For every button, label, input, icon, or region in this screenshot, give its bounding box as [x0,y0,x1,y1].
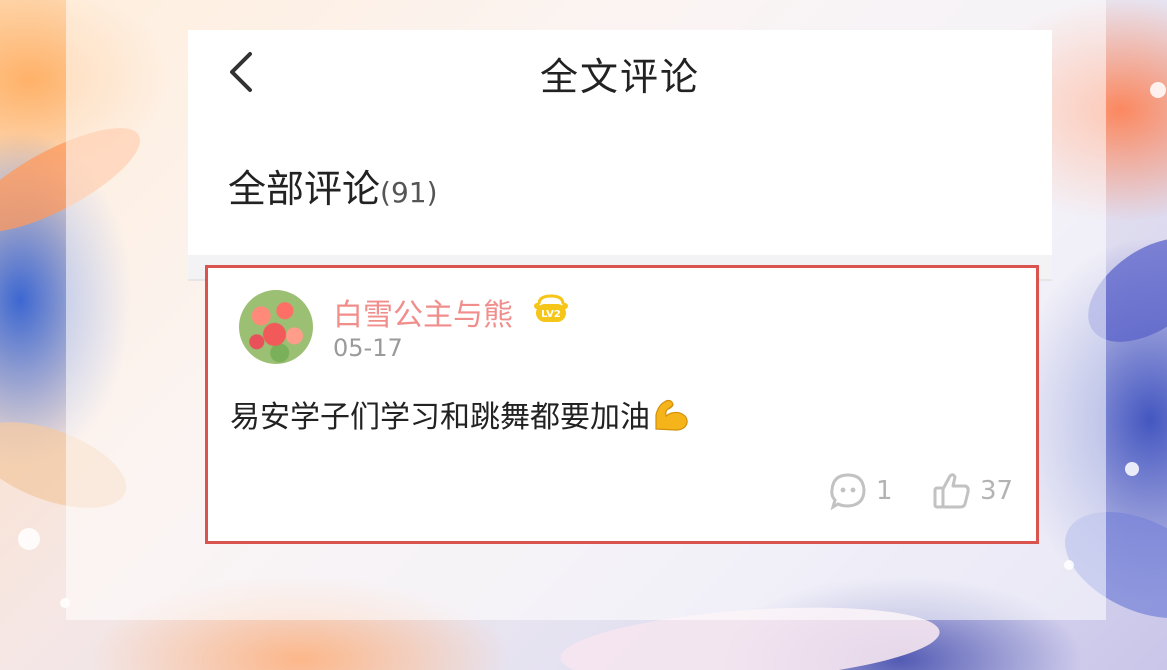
sparkle [1150,82,1166,98]
like-button[interactable]: 37 [932,470,1013,512]
comment-text: 易安学子们学习和跳舞都要加油 [230,392,690,436]
section-label: 全部评论 [228,167,381,211]
level-badge-icon: LV2 [534,294,568,322]
reply-count: 1 [876,476,893,506]
comment-body: 易安学子们学习和跳舞都要加油 [230,400,650,435]
comment-username[interactable]: 白雪公主与熊 [333,290,513,334]
page-title: 全文评论 [539,55,700,99]
comment-count: (91) [380,176,438,209]
thumbs-up-icon [933,473,970,509]
avatar[interactable] [239,290,313,364]
page-header: 全文评论 全部评论(91) [188,30,1052,255]
comment-card[interactable]: 白雪公主与熊 LV2 05-17 易安学子们学习和跳舞都要加油 1 37 [205,265,1039,544]
section-title: 全部评论(91) [228,158,438,213]
flexed-biceps-icon [655,399,688,431]
comment-bubble-icon [830,473,866,511]
comment-date: 05-17 [333,334,403,362]
like-count: 37 [980,476,1014,506]
sparkle [18,528,40,550]
level-badge-text: LV2 [541,309,561,320]
reply-button[interactable]: 1 [828,470,893,512]
sparkle [1125,462,1139,476]
